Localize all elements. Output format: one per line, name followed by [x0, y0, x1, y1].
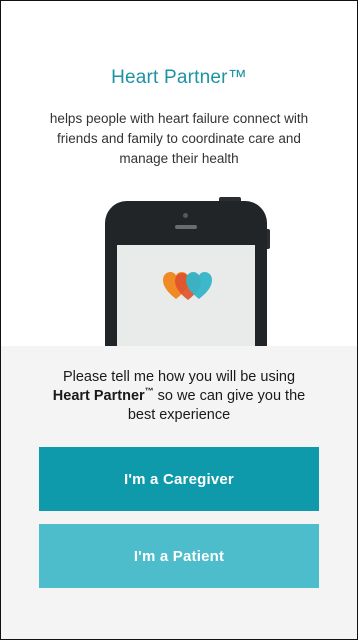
caregiver-button[interactable]: I'm a Caregiver	[39, 447, 319, 511]
app-tagline: helps people with heart failure connect …	[49, 111, 309, 166]
app-screen: Heart Partner™ helps people with heart f…	[0, 0, 358, 640]
intro-section: Heart Partner™ helps people with heart f…	[1, 1, 357, 371]
app-title: Heart Partner™	[111, 67, 247, 88]
role-selection-panel: Please tell me how you will be using Hea…	[1, 346, 357, 639]
patient-button[interactable]: I'm a Patient	[39, 524, 319, 588]
role-prompt: Please tell me how you will be using Hea…	[51, 368, 307, 425]
phone-speaker-icon	[175, 225, 197, 229]
prompt-text-after: so we can give you the best experience	[127, 388, 306, 423]
prompt-brand-name: Heart Partner™	[52, 386, 154, 404]
hearts-logo-icon	[163, 272, 212, 300]
phone-camera-icon	[183, 213, 188, 218]
prompt-text-before: Please tell me how you will be using	[62, 369, 296, 385]
